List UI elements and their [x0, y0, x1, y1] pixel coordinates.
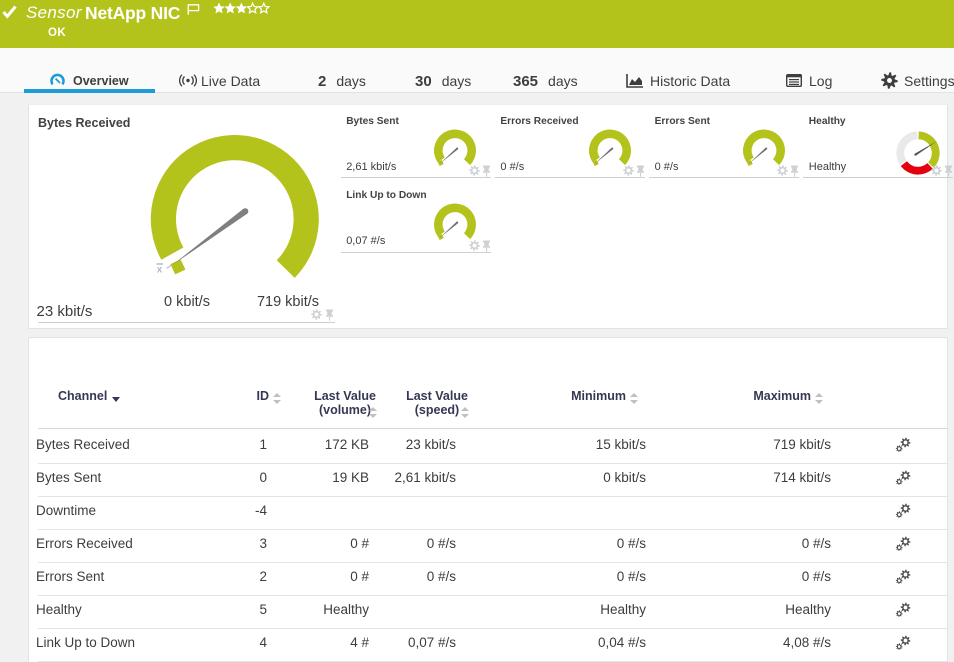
svg-text:x: x — [157, 264, 163, 276]
